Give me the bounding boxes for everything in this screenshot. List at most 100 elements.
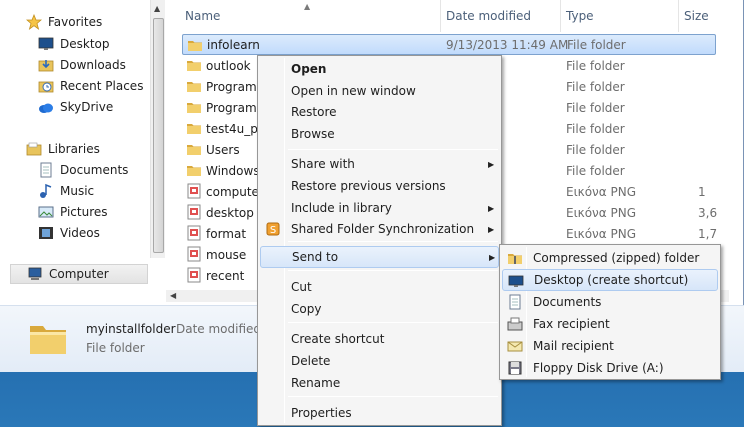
file-type: File folder	[566, 100, 625, 115]
file-type: File folder	[567, 37, 626, 52]
send-to-item-compressed-zipped-folder[interactable]: Compressed (zipped) folder	[502, 247, 718, 269]
file-type: File folder	[566, 121, 625, 136]
menu-separator	[288, 241, 498, 242]
folder-icon	[187, 166, 201, 176]
file-row[interactable]: infolearn 9/13/2013 11:49 AM File folder	[182, 34, 716, 55]
file-name: Program	[206, 100, 257, 115]
menu-item-label: Mail recipient	[533, 339, 614, 353]
menu-item-rename[interactable]: Rename	[260, 372, 499, 394]
details-item-type: File folder	[86, 341, 145, 355]
nav-scrollbar[interactable]: ▲	[150, 0, 165, 258]
nav-label: Recent Places	[60, 79, 144, 93]
column-date-label: Date modified	[446, 9, 532, 23]
floppy-disk-icon	[508, 361, 522, 375]
menu-item-label: Copy	[291, 302, 322, 316]
documents-icon	[40, 162, 52, 178]
file-name: infolearn	[207, 37, 260, 52]
navigation-pane: Favorites Desktop Downloads Recent Place…	[0, 0, 165, 300]
menu-item-label: Include in library	[291, 201, 392, 215]
mail-icon	[507, 341, 523, 352]
menu-separator	[288, 396, 498, 397]
scroll-left-arrow-icon[interactable]: ◀	[170, 291, 176, 300]
nav-label: Documents	[60, 163, 129, 177]
fax-icon	[507, 317, 523, 331]
menu-item-label: Shared Folder Synchronization	[291, 222, 475, 236]
details-item-name: myinstallfolder	[86, 322, 176, 336]
file-name: compute	[206, 184, 259, 199]
music-icon	[40, 183, 52, 198]
png-image-icon	[187, 204, 201, 220]
large-folder-icon	[30, 326, 66, 354]
menu-item-restore-previous-versions[interactable]: Restore previous versions	[260, 175, 499, 197]
menu-item-label: Share with	[291, 157, 355, 171]
send-to-item-mail-recipient[interactable]: Mail recipient	[502, 335, 718, 357]
menu-item-copy[interactable]: Copy	[260, 298, 499, 320]
menu-item-label: Properties	[291, 406, 352, 420]
scroll-up-arrow-icon[interactable]: ▲	[154, 4, 160, 13]
nav-label: Favorites	[48, 15, 103, 29]
nav-computer[interactable]: Computer	[10, 264, 148, 284]
menu-item-label: Browse	[291, 127, 335, 141]
downloads-folder-icon	[38, 60, 54, 72]
menu-item-label: Open in new window	[291, 84, 416, 98]
file-size: 3,6	[698, 205, 718, 220]
file-name: desktop	[206, 205, 254, 220]
menu-item-restore[interactable]: Restore	[260, 101, 499, 123]
nav-label: Music	[60, 184, 95, 198]
png-image-icon	[187, 183, 201, 199]
menu-item-share-with[interactable]: Share with ▶	[260, 153, 499, 175]
menu-item-send-to[interactable]: Send to ▶	[260, 246, 499, 268]
menu-item-label: Cut	[291, 280, 312, 294]
file-name: Program	[206, 79, 257, 94]
menu-item-delete[interactable]: Delete	[260, 350, 499, 372]
menu-item-browse[interactable]: Browse	[260, 123, 499, 145]
send-to-item-fax-recipient[interactable]: Fax recipient	[502, 313, 718, 335]
file-type: Εικόνα PNG	[566, 226, 636, 241]
menu-item-shared-folder-synchronization[interactable]: S Shared Folder Synchronization ▶	[260, 218, 499, 240]
nav-label: Pictures	[60, 205, 108, 219]
nav-scroll-thumb[interactable]	[153, 18, 164, 253]
menu-item-properties[interactable]: Properties	[260, 402, 499, 424]
file-size: 1	[698, 184, 706, 199]
menu-item-create-shortcut[interactable]: Create shortcut	[260, 328, 499, 350]
column-header-size[interactable]: Size	[679, 0, 729, 32]
send-to-submenu: Compressed (zipped) folder Desktop (creat…	[499, 244, 721, 380]
star-icon	[26, 14, 42, 30]
file-date: 9/13/2013 11:49 AM	[446, 37, 569, 52]
column-header-type[interactable]: Type	[561, 0, 679, 32]
menu-item-include-in-library[interactable]: Include in library ▶	[260, 197, 499, 219]
file-type: File folder	[566, 79, 625, 94]
desktop-icon	[508, 275, 524, 287]
menu-item-open[interactable]: Open	[260, 58, 499, 80]
menu-item-cut[interactable]: Cut	[260, 276, 499, 298]
submenu-arrow-icon: ▶	[488, 159, 495, 169]
menu-item-label: Delete	[291, 354, 331, 368]
menu-item-label: Rename	[291, 376, 341, 390]
zip-folder-icon	[508, 254, 522, 264]
folder-icon	[187, 103, 201, 113]
file-name: test4u_pr	[206, 121, 263, 136]
file-name: Users	[206, 142, 240, 157]
send-to-item-documents[interactable]: Documents	[502, 291, 718, 313]
shared-folder-sync-icon: S	[266, 222, 280, 236]
file-type: Εικόνα PNG	[566, 205, 636, 220]
nav-label: Libraries	[48, 142, 100, 156]
file-name: format	[206, 226, 247, 241]
menu-item-label: Documents	[533, 295, 602, 309]
submenu-arrow-icon: ▶	[489, 252, 496, 262]
recent-places-icon	[38, 81, 54, 93]
send-to-item-desktop-create-shortcut[interactable]: Desktop (create shortcut)	[502, 269, 718, 291]
menu-item-open-in-new-window[interactable]: Open in new window	[260, 80, 499, 102]
menu-item-label: Restore previous versions	[291, 179, 446, 193]
column-header-name[interactable]: Name ▲	[166, 0, 441, 32]
send-to-item-floppy-disk-drive-a[interactable]: Floppy Disk Drive (A:)	[502, 357, 718, 379]
videos-icon	[39, 227, 53, 239]
folder-icon	[187, 124, 201, 134]
png-image-icon	[187, 225, 201, 241]
file-type: File folder	[566, 58, 625, 73]
menu-item-label: Floppy Disk Drive (A:)	[533, 361, 664, 375]
file-name: recent	[206, 268, 245, 283]
column-header-date[interactable]: Date modified	[441, 0, 561, 32]
column-name-label: Name	[185, 9, 221, 23]
menu-item-label: Restore	[291, 105, 337, 119]
